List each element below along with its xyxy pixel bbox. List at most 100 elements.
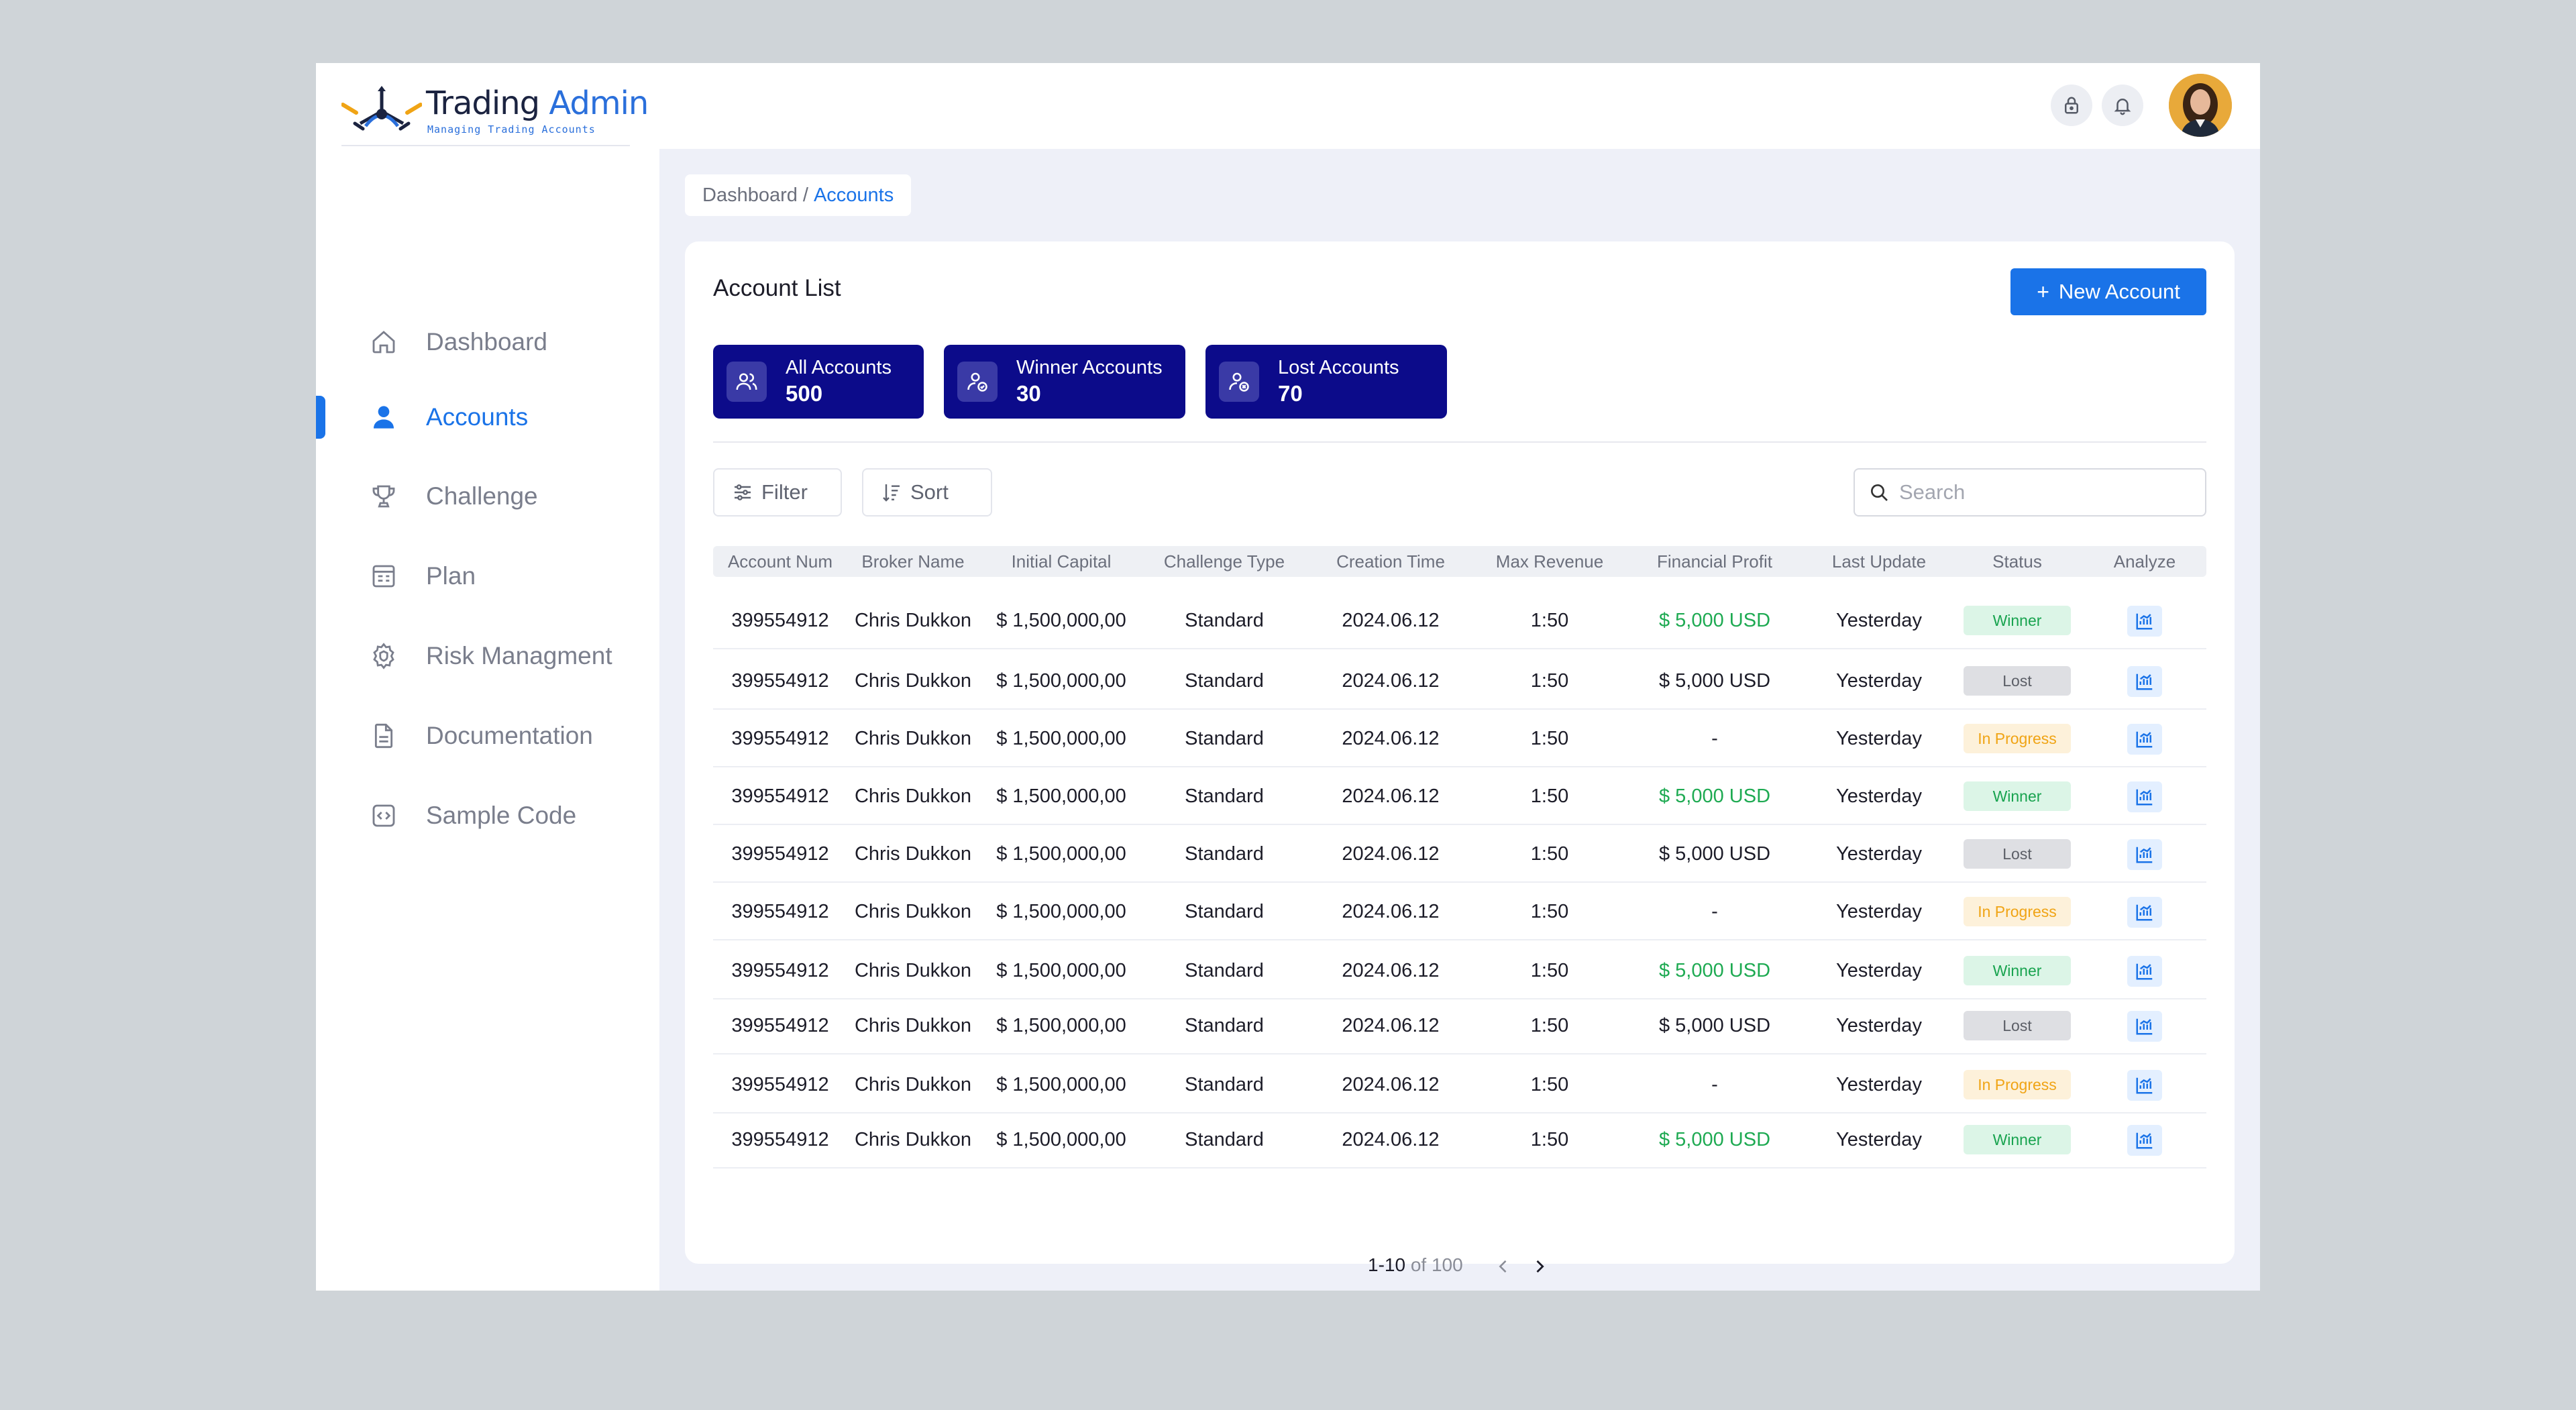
account-list-card: Account List + New Account All Accounts … (685, 241, 2235, 1275)
cell-last-update: Yesterday (1836, 670, 1922, 692)
cell-financial-profit: $ 5,000 USD (1658, 785, 1771, 807)
breadcrumb-dashboard-link[interactable]: Dashboard (702, 184, 798, 207)
sort-button[interactable]: Sort (862, 468, 992, 517)
analyze-button[interactable] (2127, 606, 2162, 637)
analyze-button[interactable] (2127, 956, 2162, 987)
app-title: Trading Admin (426, 85, 649, 122)
table-row[interactable]: 399554912 Chris Dukkon $ 1,500,000,00 Stand… (713, 1056, 2206, 1114)
breadcrumb-separator: / (802, 184, 808, 206)
cell-creation-time: 2024.06.12 (1342, 843, 1440, 865)
sidebar: Dashboard Accounts Challenge Plan Risk M… (316, 149, 659, 1291)
sidebar-item-sample-code[interactable]: Sample Code (316, 789, 659, 843)
filter-button[interactable]: Filter (713, 468, 842, 517)
sidebar-item-challenge[interactable]: Challenge (316, 470, 659, 523)
cell-initial-capital: $ 1,500,000,00 (996, 901, 1126, 922)
table-row[interactable]: 399554912 Chris Dukkon $ 1,500,000,00 Stand… (713, 652, 2206, 710)
table-row[interactable]: 399554912 Chris Dukkon $ 1,500,000,00 Stand… (713, 592, 2206, 649)
cell-initial-capital: $ 1,500,000,00 (996, 670, 1126, 692)
cell-last-update: Yesterday (1836, 843, 1922, 865)
chart-icon (2136, 789, 2153, 806)
analyze-button[interactable] (2127, 897, 2162, 928)
new-account-button[interactable]: + New Account (2010, 268, 2206, 315)
prev-page-button[interactable] (1494, 1256, 1513, 1281)
page-title: Account List (713, 275, 841, 301)
gear-shield-icon (368, 641, 399, 671)
new-account-label: New Account (2058, 280, 2180, 303)
sidebar-item-dashboard[interactable]: Dashboard (316, 315, 659, 369)
table-row[interactable]: 399554912 Chris Dukkon $ 1,500,000,00 Stand… (713, 1111, 2206, 1169)
cell-initial-capital: $ 1,500,000,00 (996, 1129, 1126, 1150)
sidebar-item-risk-managment[interactable]: Risk Managment (316, 629, 659, 683)
analyze-button[interactable] (2127, 781, 2162, 812)
analyze-button[interactable] (2127, 666, 2162, 697)
search-input[interactable] (1899, 480, 2194, 504)
col-initial-capital[interactable]: Initial Capital (979, 546, 1144, 577)
col-status[interactable]: Status (1951, 546, 2083, 577)
cell-financial-profit: $ 5,000 USD (1658, 670, 1771, 692)
cell-account-num: 399554912 (731, 670, 829, 692)
cell-creation-time: 2024.06.12 (1342, 1074, 1440, 1095)
user-x-icon (1219, 362, 1259, 402)
chart-icon (2136, 613, 2153, 630)
status-badge: Lost (1964, 839, 2071, 869)
table-row[interactable]: 399554912 Chris Dukkon $ 1,500,000,00 Stand… (713, 942, 2206, 999)
cell-max-revenue: 1:50 (1530, 1074, 1569, 1095)
next-page-button[interactable] (1530, 1256, 1549, 1281)
logo[interactable]: Trading Admin Managing Trading Accounts (341, 82, 649, 146)
avatar[interactable] (2169, 74, 2232, 137)
cell-initial-capital: $ 1,500,000,00 (996, 785, 1126, 807)
stat-value: 70 (1278, 381, 1303, 406)
chart-icon (2136, 963, 2153, 980)
cell-financial-profit: - (1711, 728, 1718, 749)
analyze-button[interactable] (2127, 724, 2162, 755)
cell-creation-time: 2024.06.12 (1342, 785, 1440, 807)
logo-icon (341, 86, 422, 131)
search-box[interactable] (1854, 468, 2206, 517)
analyze-button[interactable] (2127, 1070, 2162, 1101)
table-row[interactable]: 399554912 Chris Dukkon $ 1,500,000,00 Stand… (713, 883, 2206, 940)
col-last-update[interactable]: Last Update (1807, 546, 1951, 577)
cell-broker-name: Chris Dukkon (854, 1015, 972, 1036)
top-bar: Trading Admin Managing Trading Accounts (316, 63, 2260, 149)
sidebar-item-plan[interactable]: Plan (316, 549, 659, 603)
cell-last-update: Yesterday (1836, 728, 1922, 749)
col-financial-profit[interactable]: Financial Profit (1623, 546, 1807, 577)
sidebar-item-accounts[interactable]: Accounts (316, 390, 659, 444)
lock-button[interactable] (2051, 85, 2092, 126)
cell-last-update: Yesterday (1836, 1074, 1922, 1095)
sidebar-item-documentation[interactable]: Documentation (316, 709, 659, 763)
cell-financial-profit: $ 5,000 USD (1658, 610, 1771, 631)
analyze-button[interactable] (2127, 1011, 2162, 1042)
chart-icon (2136, 1018, 2153, 1035)
col-account-num[interactable]: Account Num (713, 546, 847, 577)
status-badge: Winner (1964, 956, 2071, 985)
col-broker-name[interactable]: Broker Name (847, 546, 979, 577)
cell-max-revenue: 1:50 (1530, 728, 1569, 749)
table-row[interactable]: 399554912 Chris Dukkon $ 1,500,000,00 Stand… (713, 710, 2206, 767)
chart-icon (2136, 1077, 2153, 1094)
table-row[interactable]: 399554912 Chris Dukkon $ 1,500,000,00 Stand… (713, 767, 2206, 825)
cell-broker-name: Chris Dukkon (854, 901, 972, 922)
status-badge: Lost (1964, 666, 2071, 696)
notifications-button[interactable] (2102, 85, 2143, 126)
analyze-button[interactable] (2127, 1125, 2162, 1156)
cell-initial-capital: $ 1,500,000,00 (996, 610, 1126, 631)
cell-initial-capital: $ 1,500,000,00 (996, 1015, 1126, 1036)
table-row[interactable]: 399554912 Chris Dukkon $ 1,500,000,00 Stand… (713, 825, 2206, 883)
col-max-revenue[interactable]: Max Revenue (1477, 546, 1623, 577)
lock-icon (2065, 97, 2078, 114)
table-row[interactable]: 399554912 Chris Dukkon $ 1,500,000,00 Stand… (713, 997, 2206, 1054)
cell-last-update: Yesterday (1836, 901, 1922, 922)
stat-winner-accounts[interactable]: Winner Accounts 30 (944, 345, 1185, 419)
stat-lost-accounts[interactable]: Lost Accounts 70 (1205, 345, 1447, 419)
col-challenge-type[interactable]: Challenge Type (1144, 546, 1305, 577)
search-icon (1871, 484, 1888, 501)
sort-icon (883, 484, 900, 502)
cell-account-num: 399554912 (731, 728, 829, 749)
col-creation-time[interactable]: Creation Time (1305, 546, 1477, 577)
chart-icon (2136, 847, 2153, 863)
bell-icon (2114, 99, 2131, 115)
stat-all-accounts[interactable]: All Accounts 500 (713, 345, 924, 419)
analyze-button[interactable] (2127, 839, 2162, 870)
chart-icon (2136, 1132, 2153, 1149)
